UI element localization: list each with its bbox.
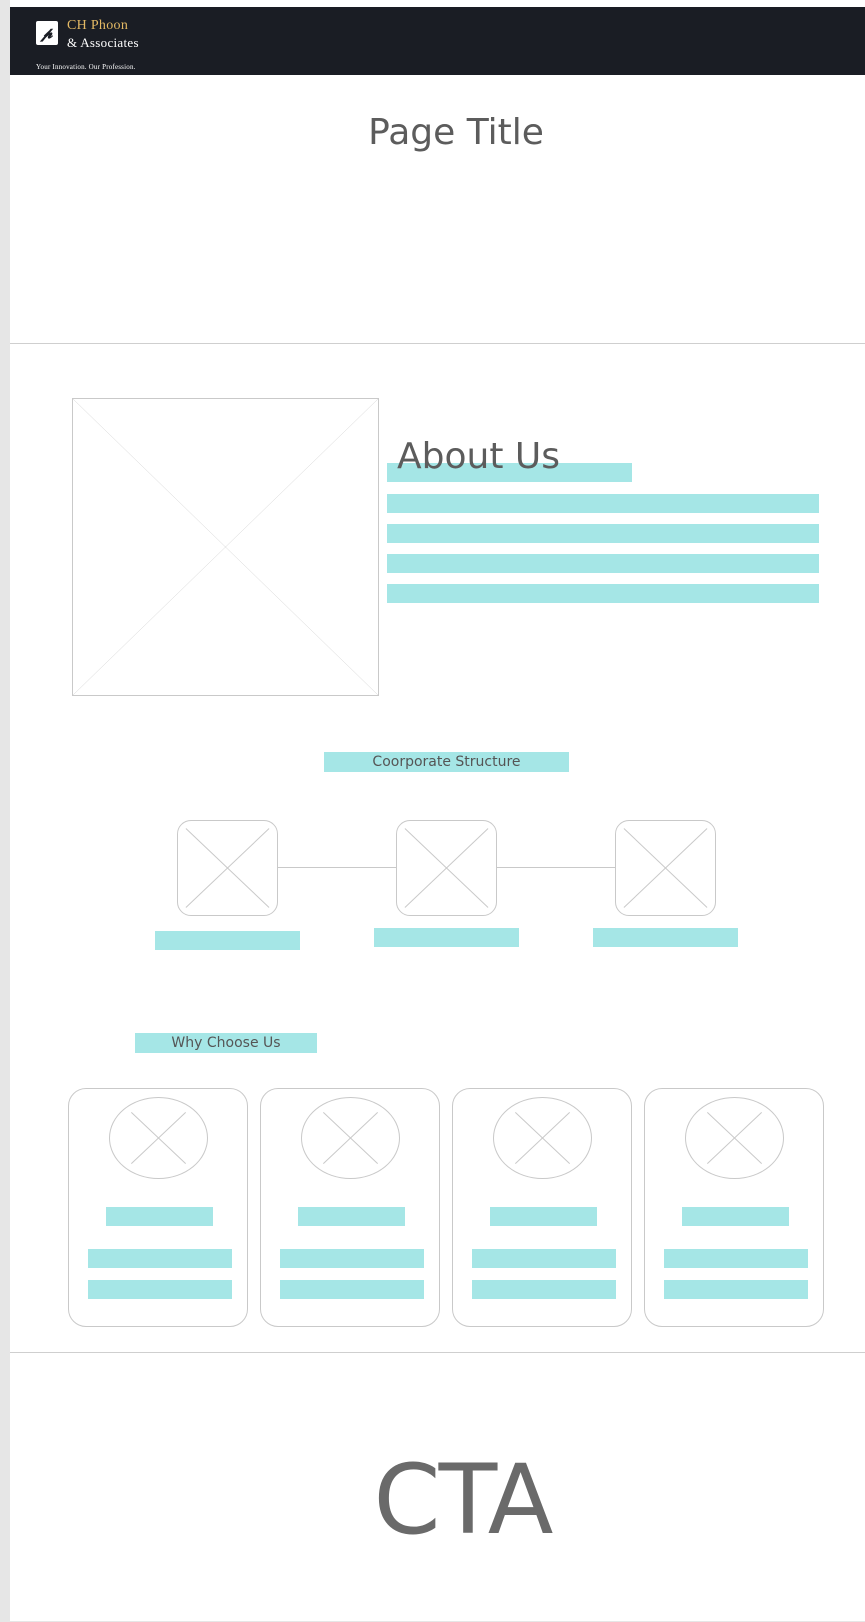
structure-node-image-icon — [177, 820, 278, 916]
feature-image-icon — [685, 1097, 784, 1179]
cta-button[interactable]: CTA — [10, 1444, 865, 1556]
feature-image-icon — [109, 1097, 208, 1179]
feature-text-line — [472, 1280, 616, 1299]
company-logo-icon[interactable]: 𝓹 — [36, 21, 58, 45]
feature-text-line — [88, 1280, 232, 1299]
feature-text-line — [88, 1249, 232, 1268]
feature-title-bar — [490, 1207, 597, 1226]
feature-title-bar — [298, 1207, 405, 1226]
structure-connector — [496, 867, 626, 868]
feature-text-line — [664, 1249, 808, 1268]
page: 𝓹 CH Phoon & Associates Your Innovation.… — [10, 0, 865, 1621]
feature-image-icon — [301, 1097, 400, 1179]
about-text-line — [387, 494, 819, 513]
feature-text-line — [664, 1280, 808, 1299]
logo-name-line1: CH Phoon — [67, 18, 129, 33]
logo-tagline: Your Innovation. Our Profession. — [36, 63, 136, 71]
feature-title-bar — [682, 1207, 789, 1226]
structure-label: Coorporate Structure — [324, 752, 569, 772]
why-choose-us-label: Why Choose Us — [135, 1033, 317, 1053]
feature-text-line — [472, 1249, 616, 1268]
feature-text-line — [280, 1249, 424, 1268]
structure-node-caption — [155, 931, 300, 950]
about-title: About Us — [397, 436, 560, 477]
site-header: 𝓹 CH Phoon & Associates Your Innovation.… — [10, 7, 865, 75]
feature-text-line — [280, 1280, 424, 1299]
about-text-line — [387, 524, 819, 543]
structure-node-image-icon — [615, 820, 716, 916]
structure-node-caption — [374, 928, 519, 947]
about-image-placeholder-icon — [72, 398, 379, 696]
structure-node-caption — [593, 928, 738, 947]
feature-title-bar — [106, 1207, 213, 1226]
page-title: Page Title — [368, 112, 544, 153]
structure-connector — [277, 867, 407, 868]
feature-image-icon — [493, 1097, 592, 1179]
about-text-line — [387, 554, 819, 573]
logo-name-line2: & Associates — [67, 35, 139, 50]
about-text-line — [387, 584, 819, 603]
structure-node-image-icon — [396, 820, 497, 916]
